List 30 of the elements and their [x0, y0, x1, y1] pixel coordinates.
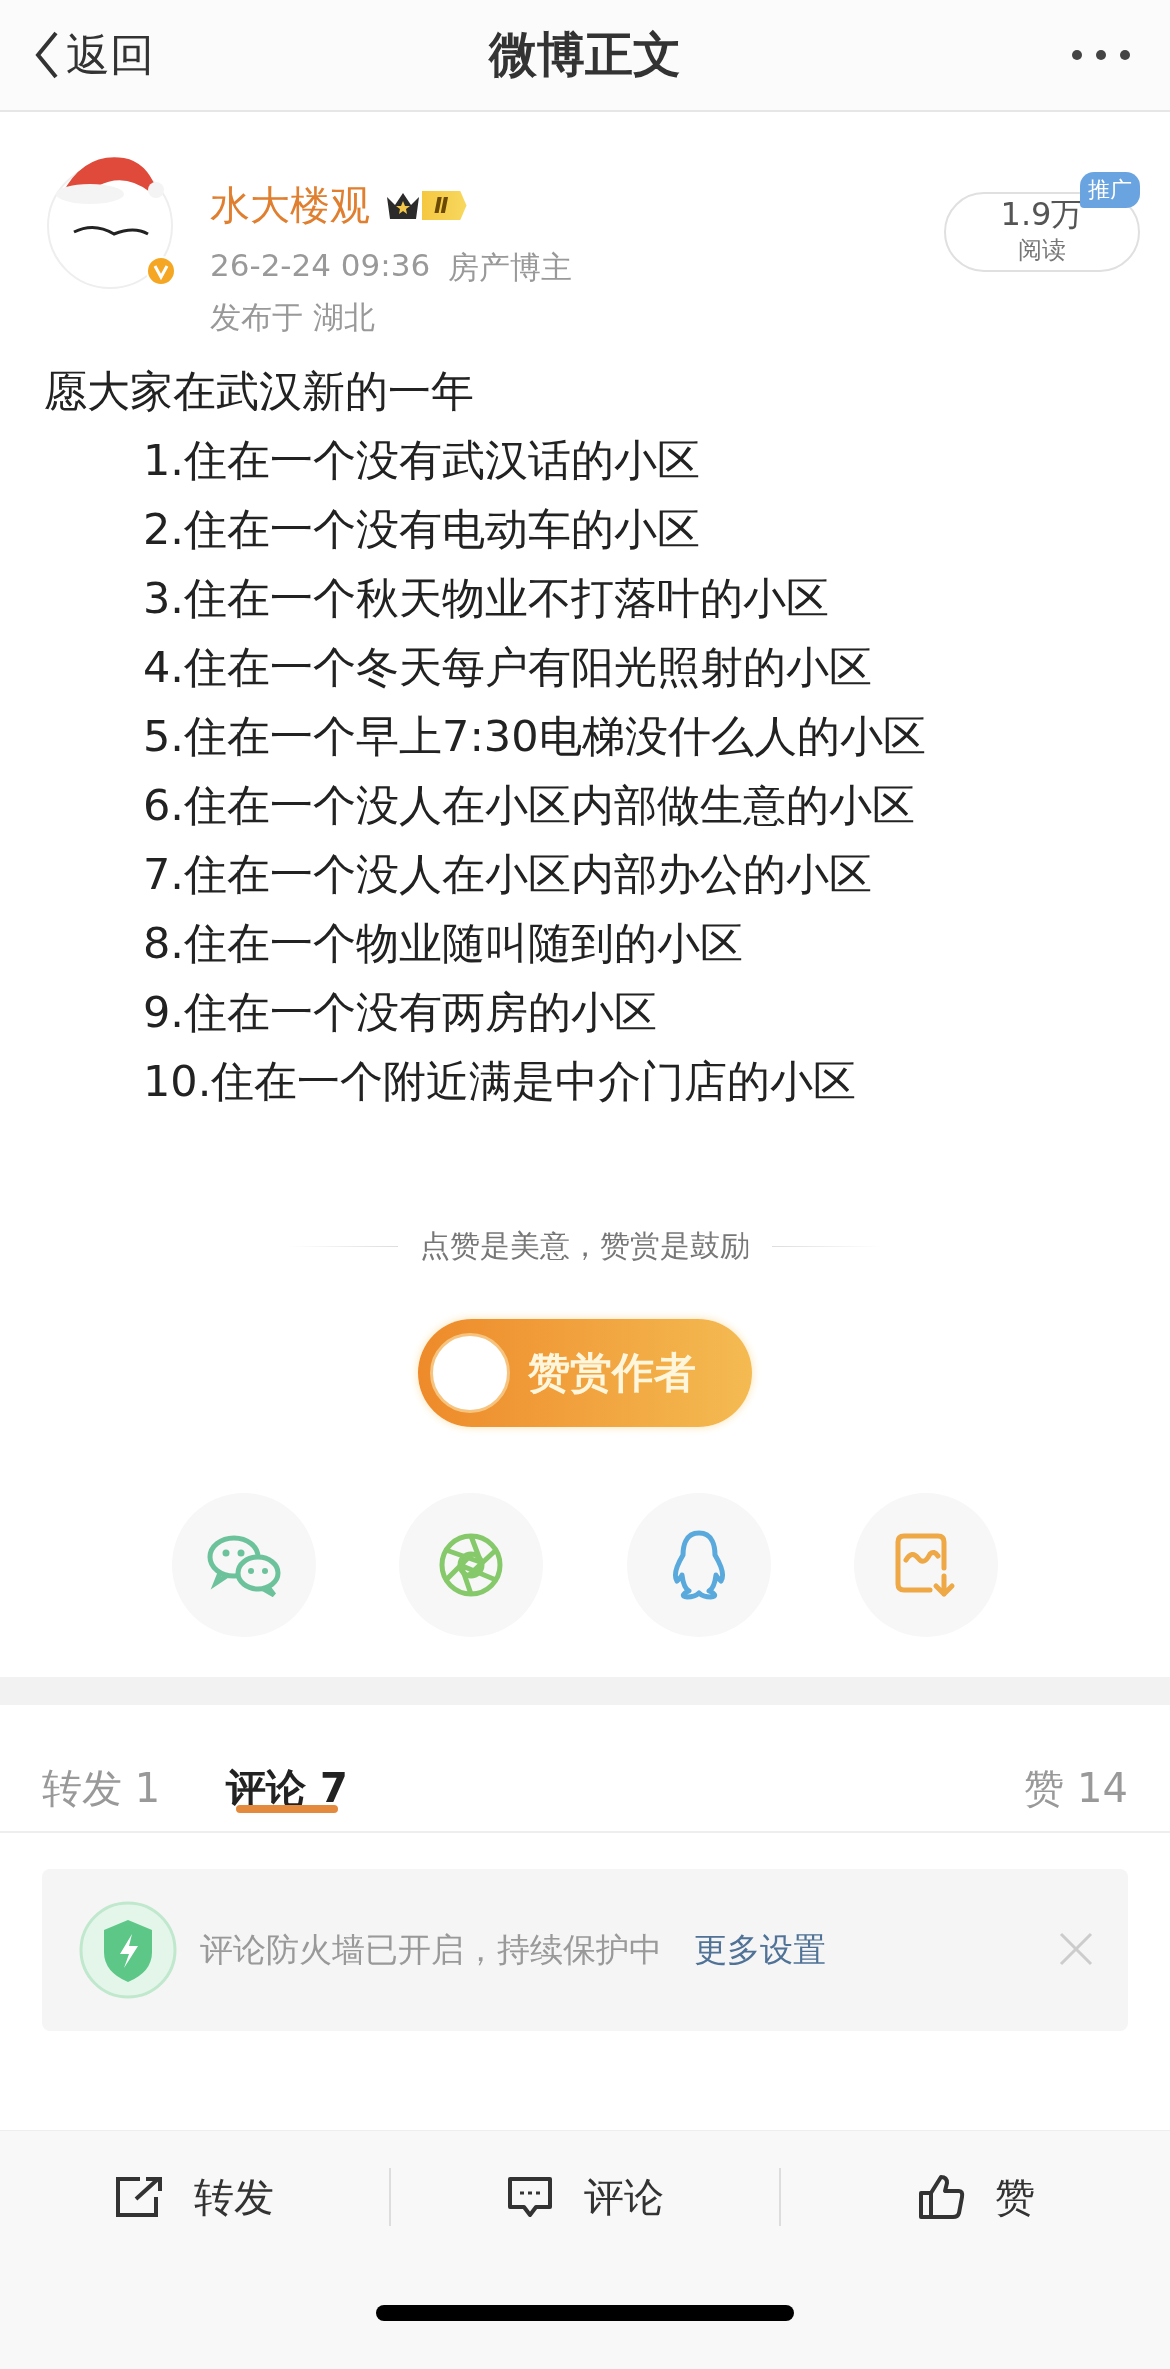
list-item: 7.住在一个没人在小区内部办公的小区	[143, 848, 874, 901]
list-item: 10.住在一个附近满是中介门店的小区	[143, 1055, 858, 1108]
promoted-badge: 推广	[1080, 172, 1140, 208]
page-title: 微博正文	[489, 25, 681, 84]
list-item: 3.住在一个秋天物业不打落叶的小区	[143, 572, 831, 625]
member-badge: Ⅱ	[384, 188, 467, 223]
chevron-icon	[34, 30, 60, 80]
back-button[interactable]: 返回	[34, 25, 154, 85]
post-heading: 愿大家在武汉新的一年	[44, 365, 475, 418]
list-item: 8.住在一个物业随叫随到的小区	[143, 917, 745, 970]
comment-icon	[506, 2175, 554, 2219]
list-item: 4.住在一个冬天每户有阳光照射的小区	[143, 641, 874, 694]
verified-icon	[146, 256, 176, 286]
post-time: 26-2-24 09:36	[210, 247, 431, 285]
list-item: 5.住在一个早上7:30电梯没什么人的小区	[143, 710, 927, 763]
list-item: 1.住在一个没有武汉话的小区	[143, 434, 702, 487]
list-item: 9.住在一个没有两房的小区	[143, 986, 659, 1039]
firewall-message: 评论防火墙已开启，持续保护中	[200, 1928, 662, 1971]
more-settings-link[interactable]: 更多设置	[694, 1927, 826, 1973]
list-item: 6.住在一个没人在小区内部做生意的小区	[143, 779, 917, 832]
comment-button[interactable]: 评论	[390, 2169, 780, 2225]
post-location: 发布于 湖北	[210, 298, 376, 337]
thumbs-up-icon	[916, 2173, 965, 2221]
repost-button[interactable]: 转发	[0, 2169, 389, 2225]
author-category: 房产博主	[448, 248, 573, 287]
reward-slogan: 点赞是美意，赞赏是鼓励	[420, 1227, 750, 1265]
shield-icon	[78, 1900, 178, 2000]
like-button[interactable]: 赞	[781, 2169, 1170, 2225]
list-item: 2.住在一个没有电动车的小区	[143, 503, 702, 556]
share-icon	[114, 2175, 165, 2219]
